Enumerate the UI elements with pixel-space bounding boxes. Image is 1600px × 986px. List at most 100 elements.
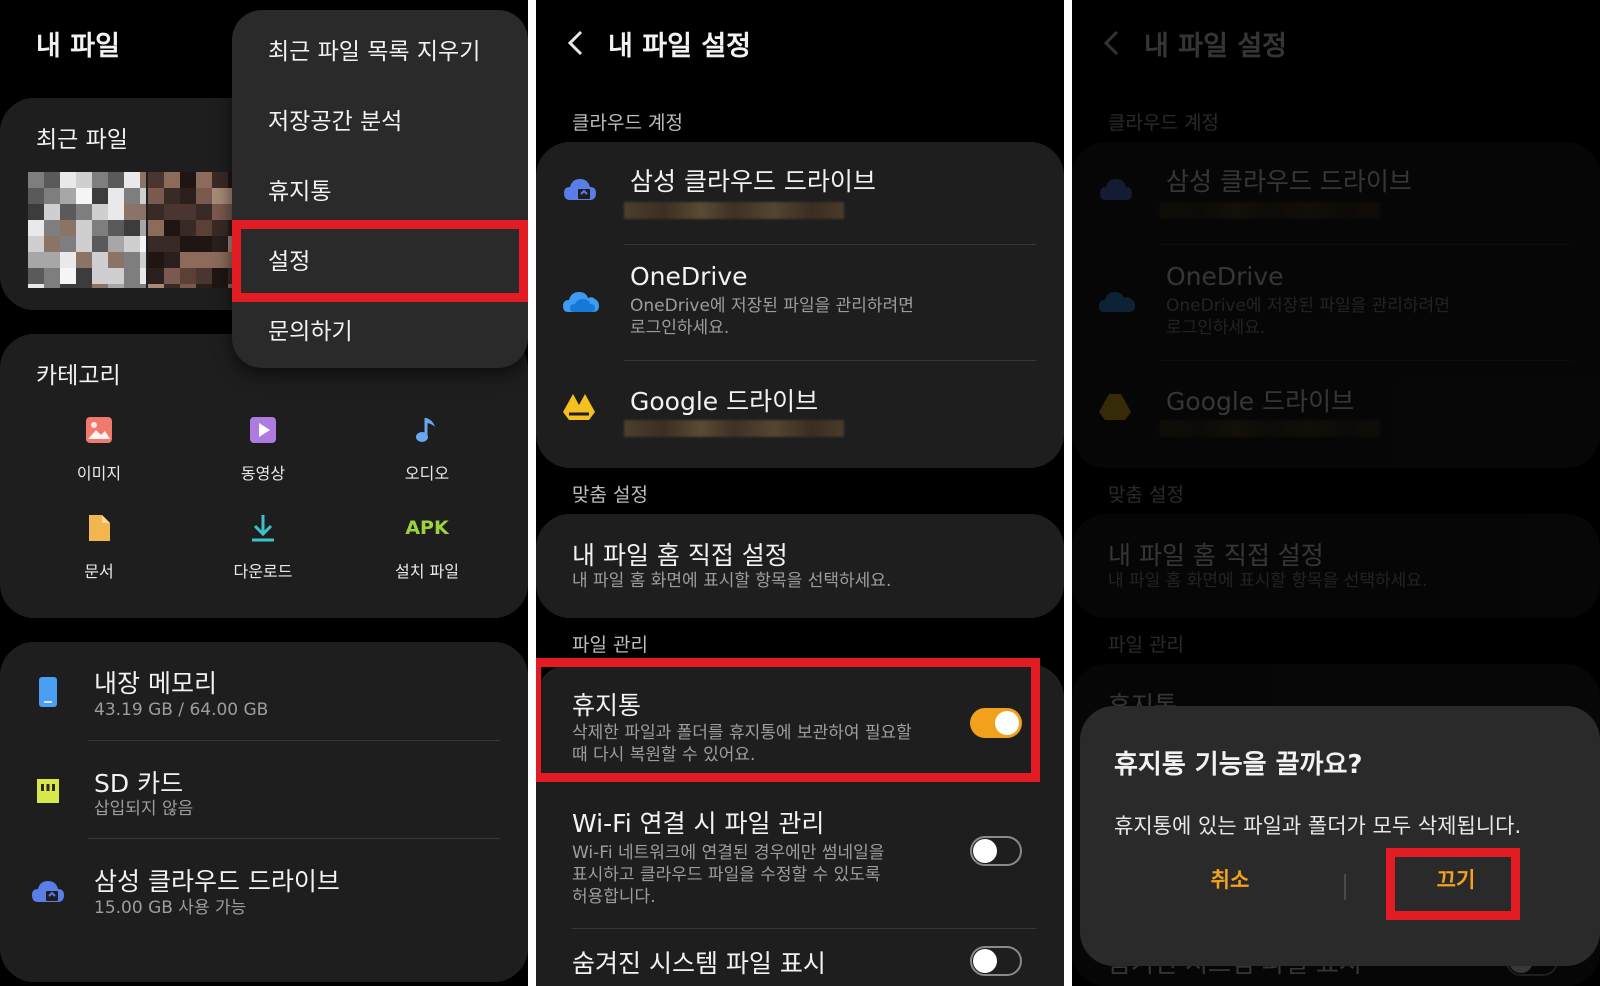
google-drive-icon xyxy=(563,394,595,420)
thumbnail-pixel xyxy=(140,204,146,220)
category-downloads[interactable]: 다운로드 xyxy=(208,512,318,582)
divider xyxy=(88,838,500,839)
category-installers[interactable]: APK 설치 파일 xyxy=(372,512,482,582)
category-label: 문서 xyxy=(84,562,114,581)
thumbnail-pixel xyxy=(60,252,76,268)
thumbnail-pixel xyxy=(196,236,212,252)
section-file-management: 파일 관리 xyxy=(572,634,648,656)
cloud-account-detail: 로그인하세요. xyxy=(630,318,730,338)
thumbnail-pixel xyxy=(148,284,164,288)
thumbnail-pixel xyxy=(60,172,76,188)
hidden-files-toggle[interactable] xyxy=(970,946,1022,976)
cloud-account-name: Google 드라이브 xyxy=(630,387,819,416)
menu-item-trash[interactable]: 휴지통 xyxy=(268,172,331,206)
category-label: 설치 파일 xyxy=(395,562,459,581)
home-custom-card[interactable]: 내 파일 홈 직접 설정 내 파일 홈 화면에 표시할 항목을 선택하세요. xyxy=(536,514,1064,618)
thumbnail-pixel xyxy=(164,204,180,220)
audio-icon xyxy=(416,418,435,442)
thumbnail-pixel xyxy=(44,268,60,284)
cancel-button[interactable]: 취소 xyxy=(1170,864,1290,894)
thumbnail-pixel xyxy=(92,252,108,268)
section-cloud-accounts: 클라우드 계정 xyxy=(572,112,683,134)
thumbnail-pixel xyxy=(212,204,228,220)
thumbnail-pixel xyxy=(164,172,180,188)
storage-name: 내장 메모리 xyxy=(94,669,217,698)
thumbnail-pixel xyxy=(212,284,228,288)
menu-item-contact[interactable]: 문의하기 xyxy=(268,312,353,346)
trash-off-dialog-screen: 내 파일 설정 클라우드 계정 삼성 클라우드 드라이브 OneDrive On… xyxy=(1072,0,1600,986)
category-videos[interactable]: 동영상 xyxy=(208,414,318,484)
thumbnail-pixel xyxy=(108,252,124,268)
setting-title: 숨겨진 시스템 파일 표시 xyxy=(572,949,826,978)
back-icon[interactable] xyxy=(564,28,588,58)
thumbnail-pixel xyxy=(76,220,92,236)
section-custom-settings: 맞춤 설정 xyxy=(1108,484,1184,506)
thumbnail-pixel xyxy=(60,236,76,252)
storage-detail: 15.00 GB 사용 가능 xyxy=(94,898,247,918)
thumbnail-pixel xyxy=(76,252,92,268)
cloud-account-detail: 로그인하세요. xyxy=(1166,318,1266,338)
category-images[interactable]: 이미지 xyxy=(44,414,154,484)
dialog-title: 휴지통 기능을 끌까요? xyxy=(1114,750,1363,780)
cloud-account-name: 삼성 클라우드 드라이브 xyxy=(630,167,876,196)
home-custom-card: 내 파일 홈 직접 설정 내 파일 홈 화면에 표시할 항목을 선택하세요. xyxy=(1072,514,1600,618)
thumbnail-pixel xyxy=(124,204,140,220)
thumbnail-pixel xyxy=(140,188,146,204)
thumbnail-pixel xyxy=(28,220,44,236)
image-icon xyxy=(86,417,112,443)
menu-item-clear-recent[interactable]: 최근 파일 목록 지우기 xyxy=(268,32,480,66)
thumbnail-pixel xyxy=(60,268,76,284)
redacted-account-email xyxy=(1160,420,1380,437)
thumbnail-pixel xyxy=(28,172,44,188)
confirm-dialog: 휴지통 기능을 끌까요? 휴지통에 있는 파일과 폴더가 모두 삭제됩니다. 취… xyxy=(1080,706,1600,966)
redacted-account-email xyxy=(1160,202,1380,219)
highlight-box-settings xyxy=(232,220,528,302)
menu-item-storage-analysis[interactable]: 저장공간 분석 xyxy=(268,102,402,136)
page-title: 내 파일 설정 xyxy=(1144,31,1287,62)
recent-file-thumbnail[interactable] xyxy=(148,172,232,288)
thumbnail-pixel xyxy=(124,252,140,268)
thumbnail-pixel xyxy=(108,220,124,236)
category-documents[interactable]: 문서 xyxy=(44,512,154,582)
cloud-account-name: 삼성 클라우드 드라이브 xyxy=(1166,167,1412,196)
setting-title: 내 파일 홈 직접 설정 xyxy=(1108,541,1324,570)
dialog-message: 휴지통에 있는 파일과 폴더가 모두 삭제됩니다. xyxy=(1114,814,1522,838)
category-label: 이미지 xyxy=(76,464,122,483)
storage-detail: 43.19 GB / 64.00 GB xyxy=(94,700,269,720)
thumbnail-pixel xyxy=(44,188,60,204)
cloud-account-name: Google 드라이브 xyxy=(1166,387,1355,416)
thumbnail-pixel xyxy=(180,220,196,236)
category-audio[interactable]: 오디오 xyxy=(372,414,482,484)
thumbnail-pixel xyxy=(180,204,196,220)
thumbnail-pixel xyxy=(28,252,44,268)
button-separator xyxy=(1344,874,1346,900)
thumbnail-pixel xyxy=(148,268,164,284)
onedrive-icon xyxy=(1099,292,1135,312)
thumbnail-pixel xyxy=(92,284,108,288)
storage-detail: 삽입되지 않음 xyxy=(94,799,194,819)
divider xyxy=(1160,360,1572,361)
recent-file-thumbnail[interactable] xyxy=(28,172,146,288)
divider xyxy=(572,928,1036,929)
thumbnail-pixel xyxy=(28,236,44,252)
wifi-toggle[interactable] xyxy=(970,836,1022,866)
thumbnail-pixel xyxy=(212,268,228,284)
thumbnail-pixel xyxy=(196,172,212,188)
thumbnail-pixel xyxy=(148,220,164,236)
thumbnail-pixel xyxy=(196,252,212,268)
thumbnail-pixel xyxy=(212,172,228,188)
thumbnail-pixel xyxy=(124,188,140,204)
thumbnail-pixel xyxy=(108,268,124,284)
thumbnail-pixel xyxy=(140,268,146,284)
onedrive-icon xyxy=(563,292,599,312)
recent-files-title: 최근 파일 xyxy=(36,127,128,153)
thumbnail-pixel xyxy=(164,220,180,236)
phone-icon xyxy=(39,677,57,707)
toggle-knob xyxy=(973,839,997,863)
thumbnail-pixel xyxy=(180,188,196,204)
cloud-accounts-card: 삼성 클라우드 드라이브 OneDrive OneDrive에 저장된 파일을 … xyxy=(536,142,1064,468)
section-cloud-accounts: 클라우드 계정 xyxy=(1108,112,1219,134)
thumbnail-pixel xyxy=(164,252,180,268)
setting-detail: Wi-Fi 네트워크에 연결된 경우에만 썸네일을 xyxy=(572,843,885,863)
apk-icon: APK xyxy=(405,517,449,539)
